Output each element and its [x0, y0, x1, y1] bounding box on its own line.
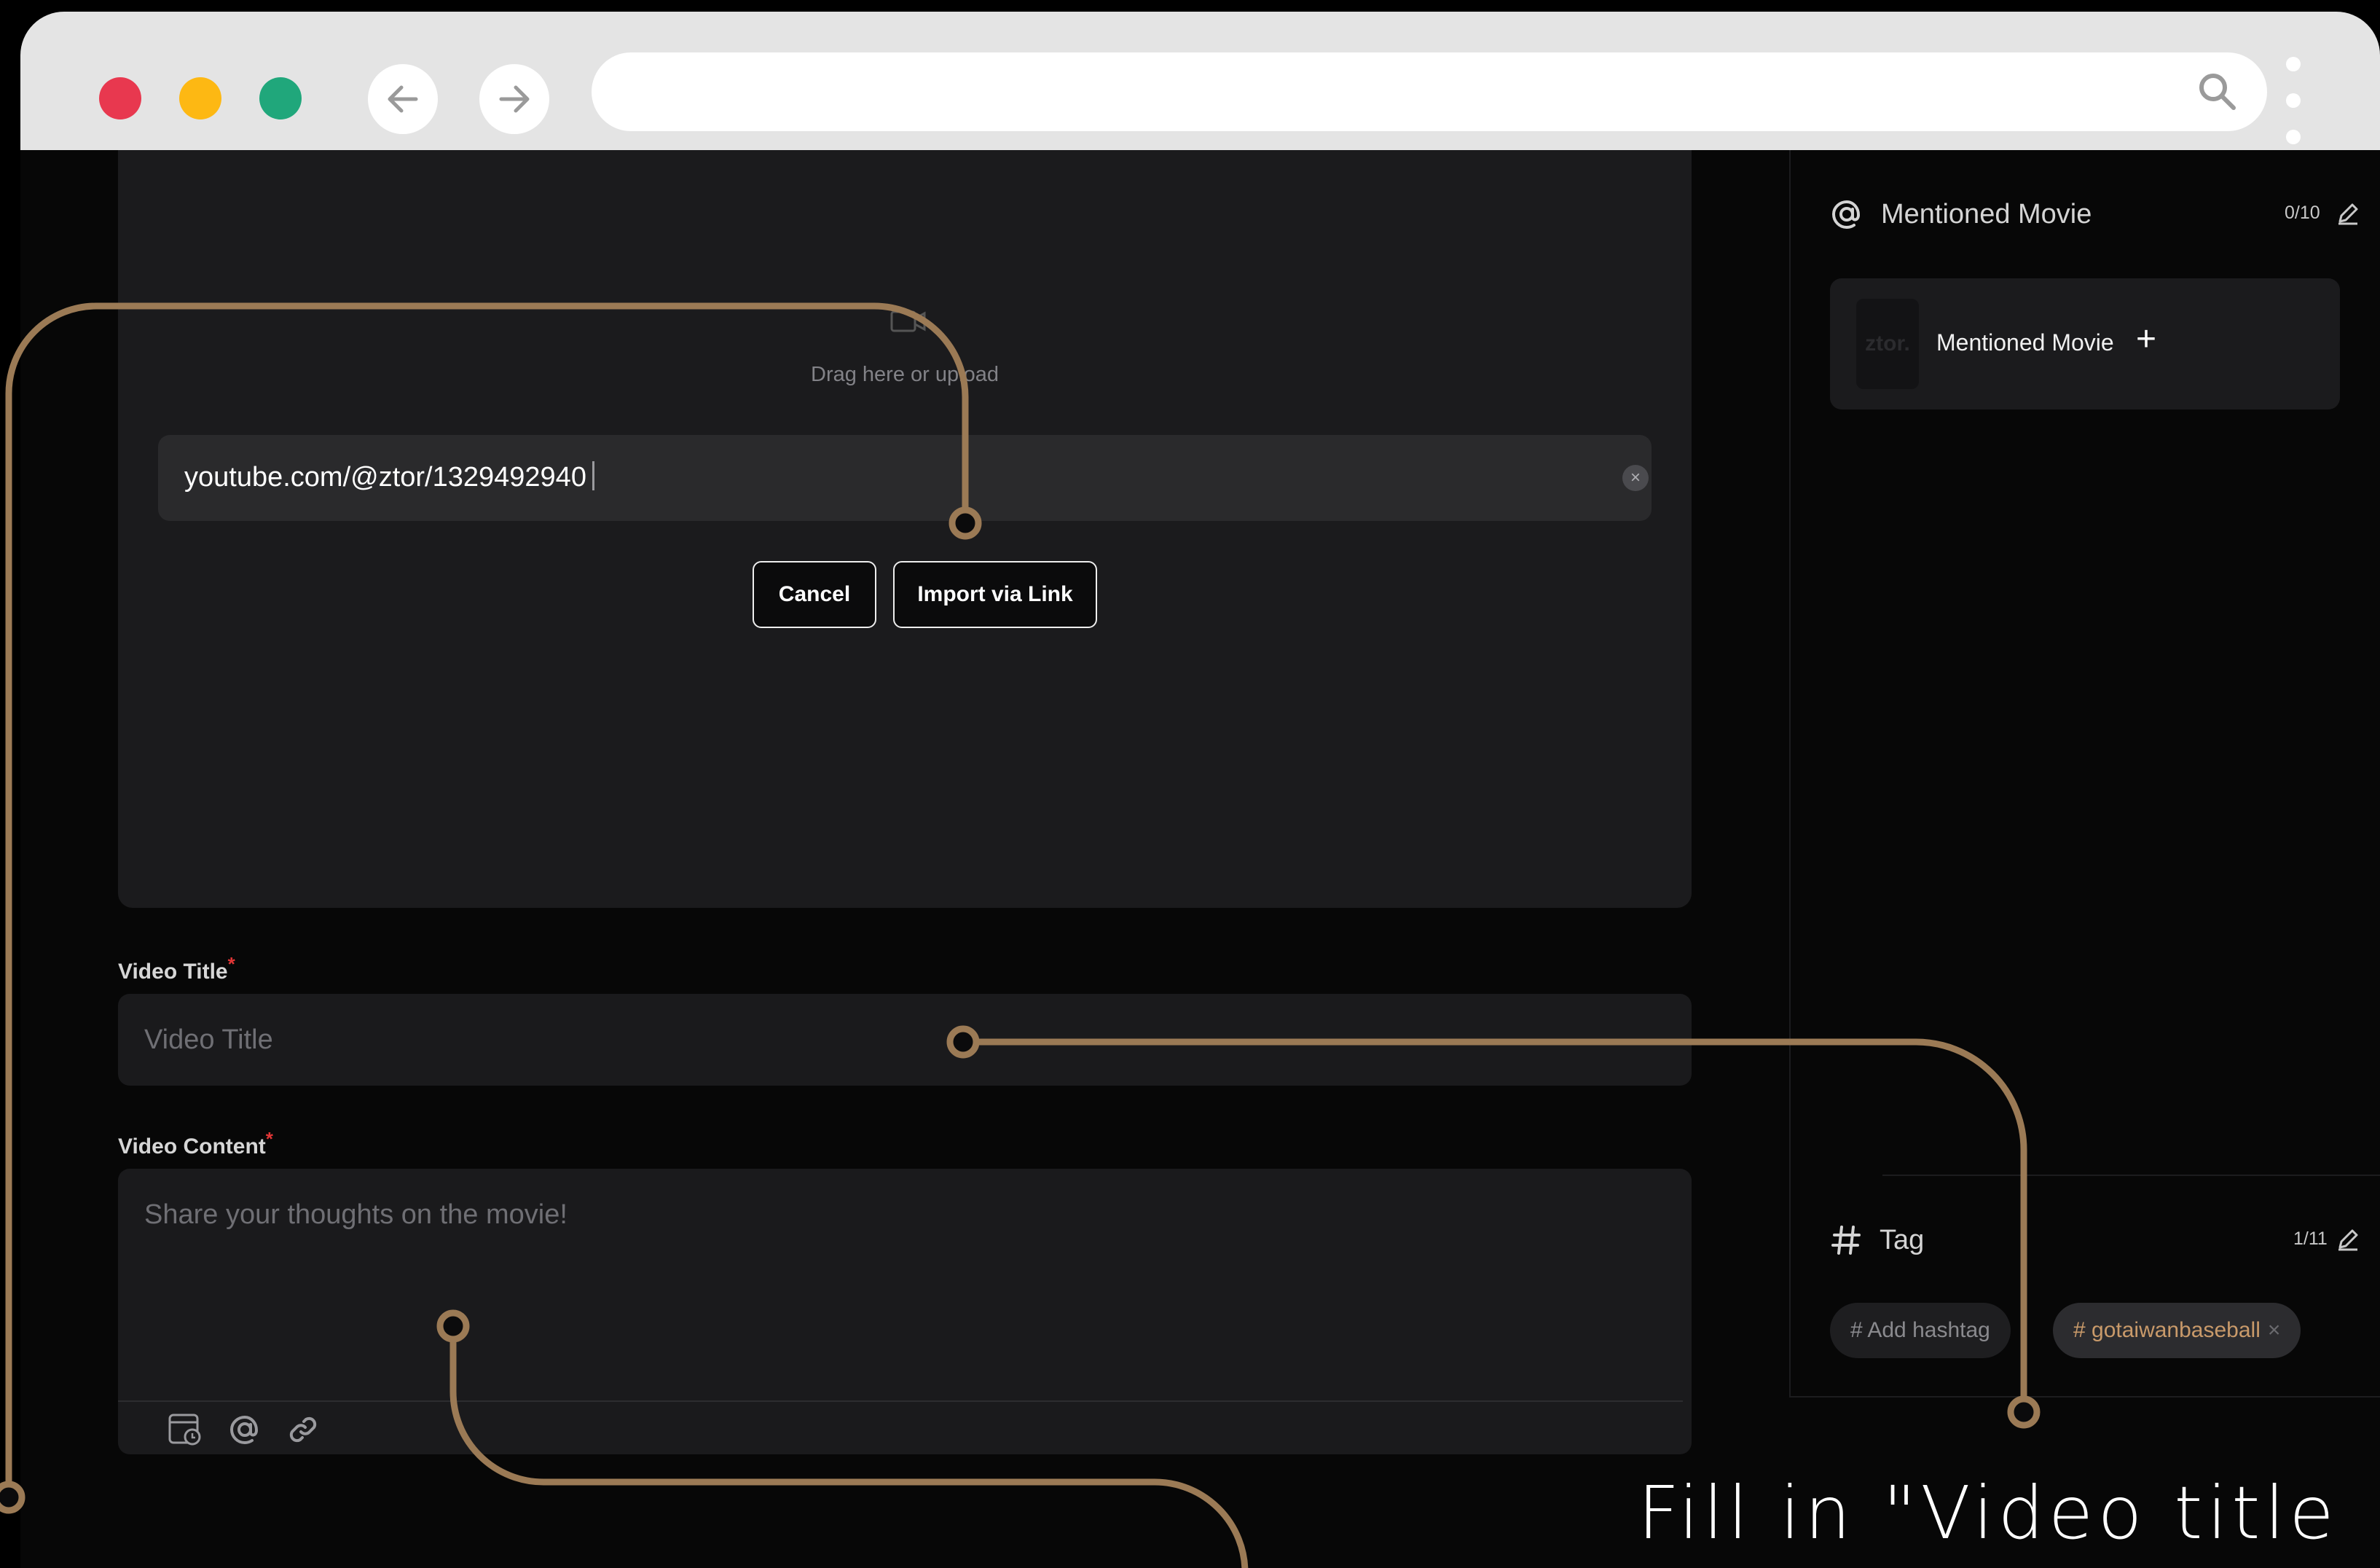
annotation-caption: Fill in "Video title: [1638, 1470, 2338, 1556]
annotation-connectors: [0, 302, 2041, 1568]
